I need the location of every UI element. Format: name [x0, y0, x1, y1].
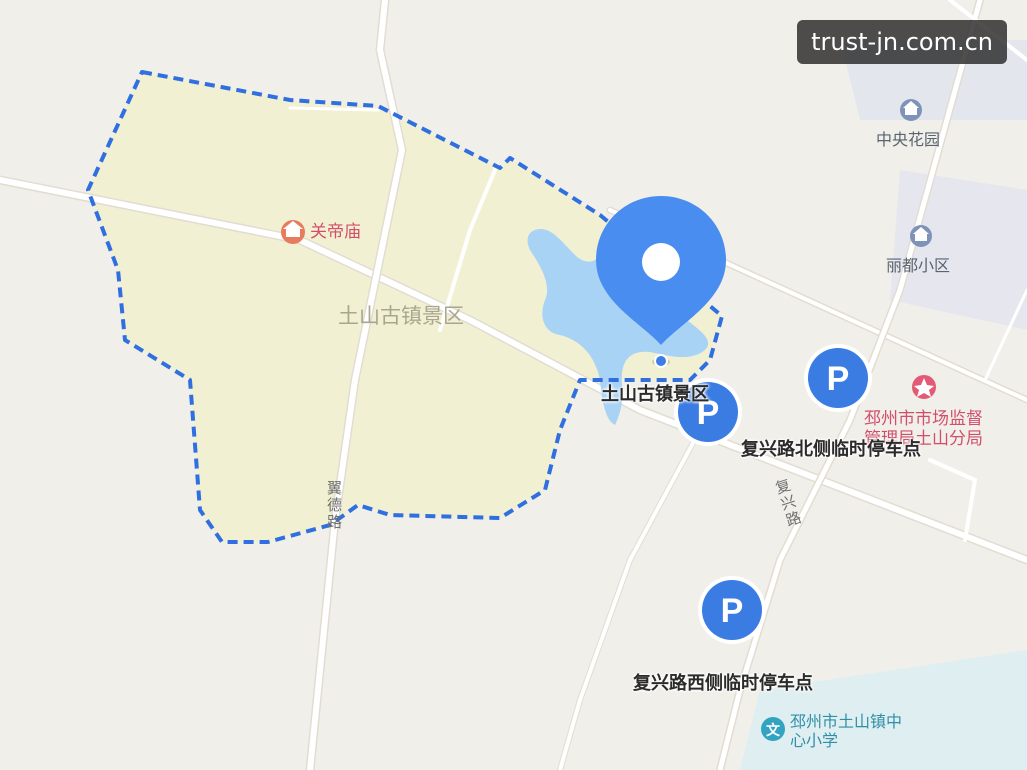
pin-label[interactable]: 土山古镇景区 [601, 386, 709, 404]
school-icon[interactable]: 文 [761, 717, 785, 741]
parking-label-west[interactable]: 复兴路西侧临时停车点 [633, 675, 813, 693]
road-label-yide: 翼德路 [325, 480, 343, 531]
poi-label-zhongyang-garden[interactable]: 中央花园 [876, 132, 940, 148]
block-shade [740, 650, 1027, 770]
residential-icon[interactable] [900, 99, 922, 121]
scenic-area-name: 土山古镇景区 [338, 304, 464, 328]
poi-label-lidu-community[interactable]: 丽都小区 [886, 258, 950, 274]
parking-icon[interactable]: P [804, 344, 872, 412]
map-canvas[interactable]: P P P 文 [0, 0, 1027, 770]
svg-text:文: 文 [766, 722, 781, 739]
svg-text:P: P [827, 360, 850, 398]
temple-icon[interactable] [281, 220, 305, 244]
svg-text:P: P [721, 592, 744, 630]
poi-label-school[interactable]: 邳州市土山镇中心小学 [790, 712, 910, 750]
residential-icon[interactable] [910, 225, 932, 247]
government-icon[interactable] [912, 375, 936, 399]
parking-label-north[interactable]: 复兴路北侧临时停车点 [741, 441, 921, 459]
watermark: trust-jn.com.cn [797, 20, 1007, 64]
parking-icon[interactable]: P [698, 576, 766, 644]
poi-label-guandi-temple[interactable]: 关帝庙 [310, 224, 361, 241]
